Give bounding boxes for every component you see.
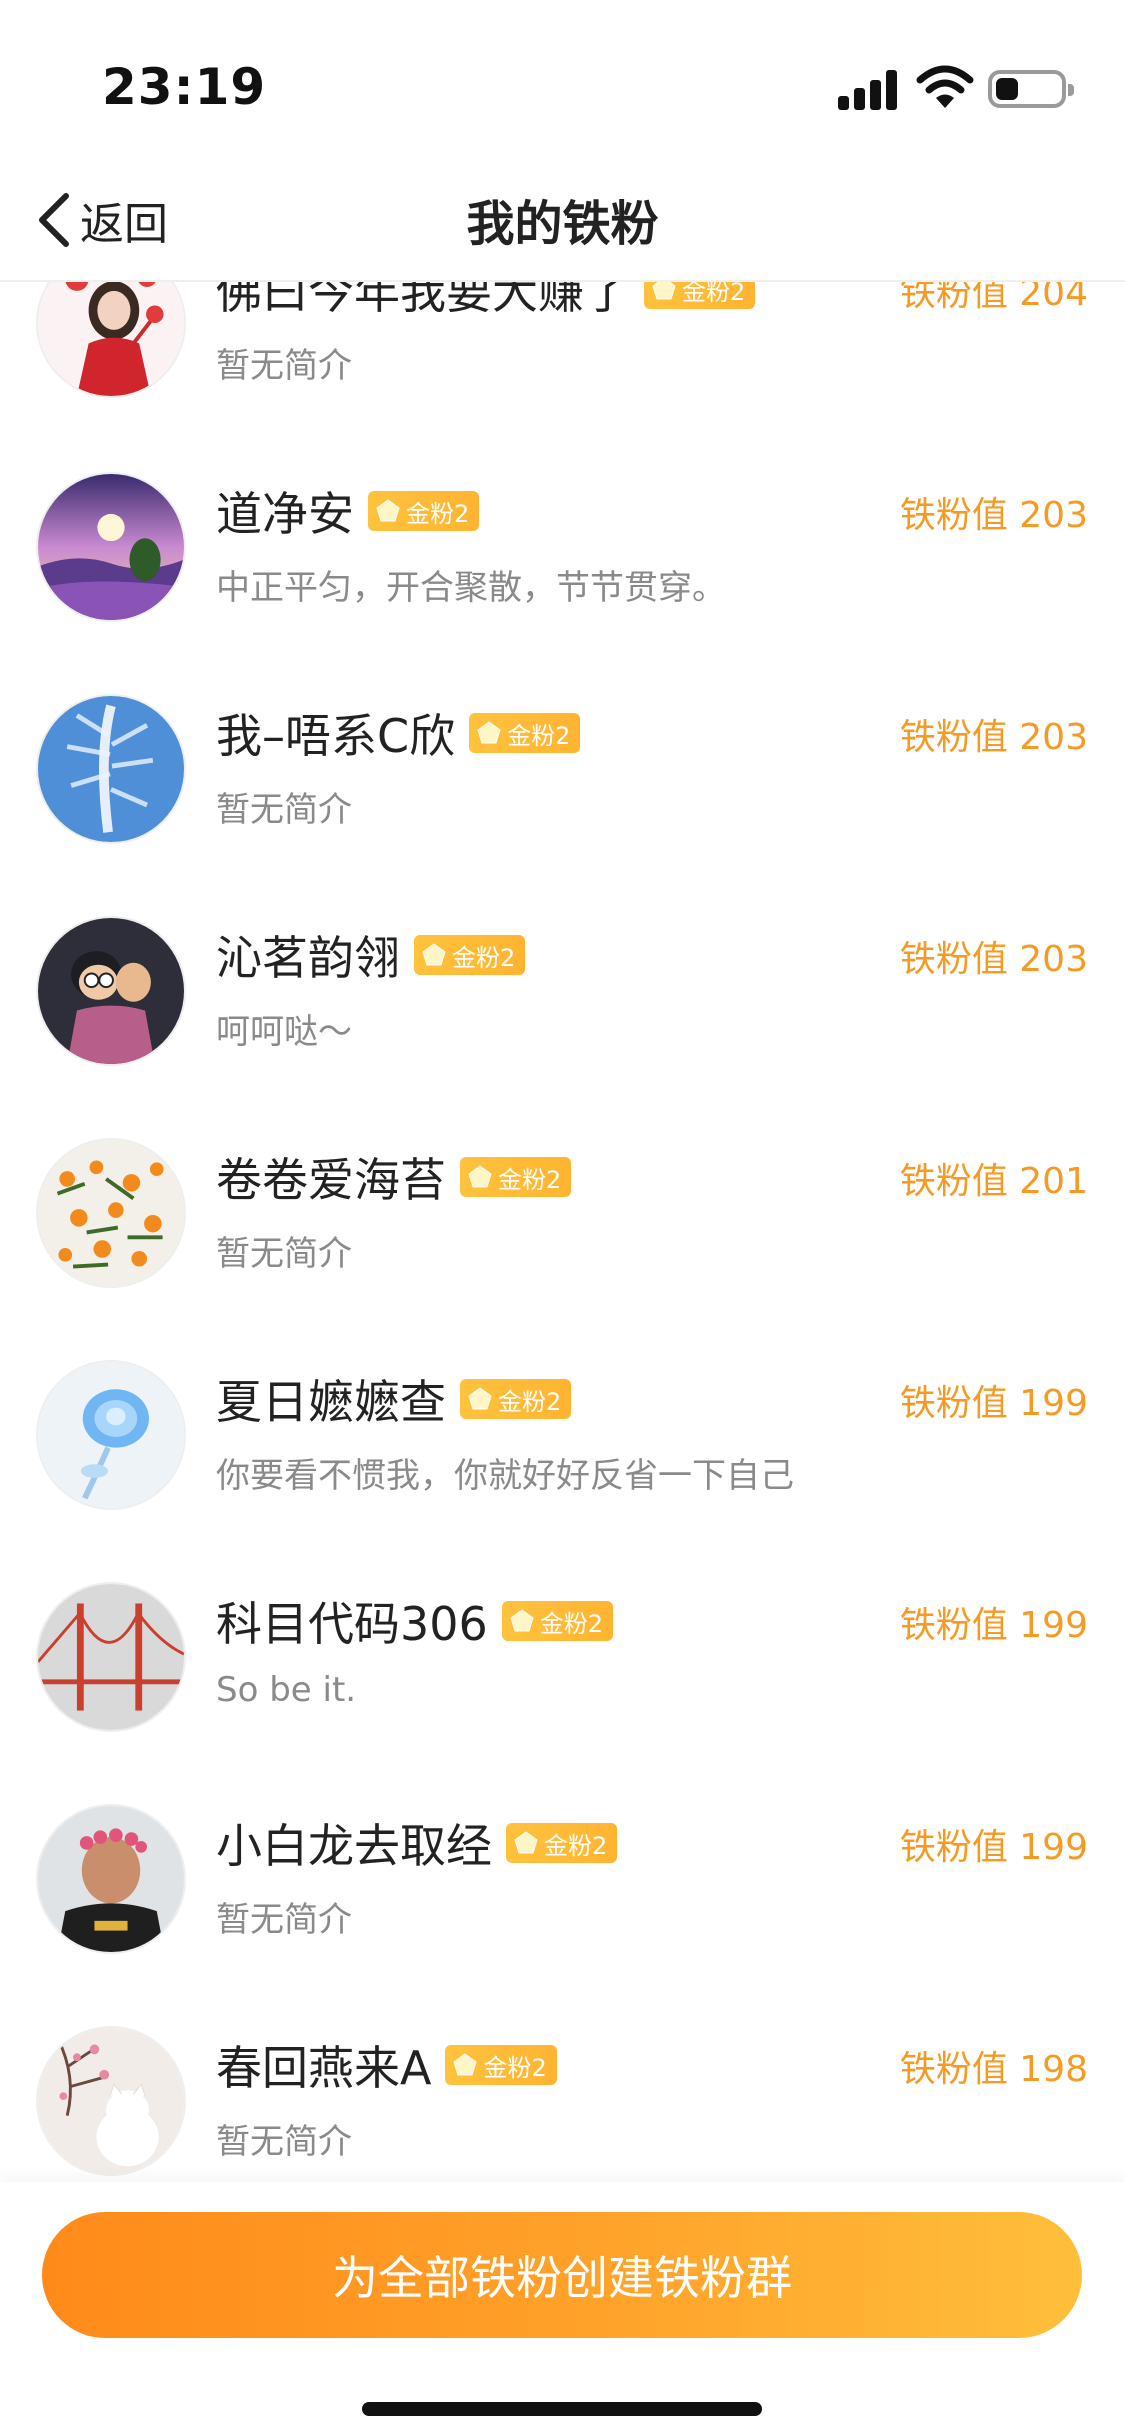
fan-name: 夏日嬷嬷查: [216, 1375, 446, 1429]
badge-label: 金粉2: [682, 282, 746, 306]
diamond-icon: [468, 1165, 492, 1188]
diamond-icon: [510, 1609, 534, 1632]
diamond-icon: [652, 282, 676, 300]
fan-badge: 金粉2: [445, 2045, 557, 2085]
fan-bio: 暂无简介: [216, 1900, 352, 1940]
avatar[interactable]: [36, 1138, 186, 1288]
battery-fill: [996, 78, 1018, 100]
avatar-golden-gate-bridge-icon: [38, 1584, 184, 1730]
fan-bio: 暂无简介: [216, 1234, 352, 1274]
fan-badge: 金粉2: [414, 935, 526, 975]
badge-label: 金粉2: [507, 721, 571, 750]
fan-score: 铁粉值 204: [899, 282, 1088, 314]
fan-row[interactable]: 沁茗韵翎 金粉2 呵呵哒～ 铁粉值 203: [0, 916, 1125, 1142]
fan-badge: 金粉2: [460, 1379, 572, 1419]
fan-badge: 金粉2: [644, 282, 756, 309]
fan-score: 铁粉值 203: [899, 717, 1088, 758]
fan-score: 铁粉值 201: [899, 1161, 1088, 1202]
avatar-sunset-landscape-icon: [38, 474, 184, 620]
avatar-blue-rose-icon: [38, 1362, 184, 1508]
avatar-man-flower-crown-icon: [38, 1806, 184, 1952]
avatar[interactable]: [36, 1582, 186, 1732]
wifi-icon: [916, 65, 974, 108]
nav-bar: 返回 我的铁粉: [0, 160, 1125, 282]
fan-row[interactable]: 卷卷爱海苔 金粉2 暂无简介 铁粉值 201: [0, 1138, 1125, 1364]
cellular-signal-icon: [838, 70, 900, 110]
badge-label: 金粉2: [539, 1609, 604, 1638]
badge-label: 金粉2: [498, 1165, 562, 1194]
avatar-blue-sky-clouds-icon: [38, 696, 184, 842]
avatar-orange-flowers-icon: [38, 1140, 184, 1286]
avatar[interactable]: [36, 694, 186, 844]
fan-name: 科目代码306: [216, 1597, 488, 1651]
diamond-icon: [453, 2053, 478, 2076]
fan-score: 铁粉值 199: [899, 1383, 1088, 1424]
fan-badge: 金粉2: [368, 491, 480, 531]
screen: 23:19 返回 我的铁粉 佛曰今年我要大赚了 金粉2 暂无简介 铁粉值 204…: [0, 0, 1125, 2436]
fan-row[interactable]: 春回燕来A 金粉2 暂无简介 铁粉值 198: [0, 2026, 1125, 2182]
avatar[interactable]: [36, 916, 186, 1066]
fan-bio: 呵呵哒～: [216, 1012, 352, 1052]
fan-row[interactable]: 科目代码306 金粉2 So be it. 铁粉值 199: [0, 1582, 1125, 1808]
fan-name: 佛曰今年我要大赚了: [216, 282, 630, 319]
fan-name: 卷卷爱海苔: [216, 1153, 446, 1207]
fan-name: 道净安: [216, 487, 354, 541]
battery-icon: [988, 70, 1074, 108]
fan-name: 小白龙去取经: [216, 1819, 492, 1873]
create-fan-group-button[interactable]: 为全部铁粉创建铁粉群: [42, 2212, 1082, 2338]
bottom-action-bar: 为全部铁粉创建铁粉群: [0, 2182, 1125, 2436]
fan-badge: 金粉2: [460, 1157, 572, 1197]
home-indicator[interactable]: [362, 2402, 762, 2416]
badge-label: 金粉2: [406, 499, 470, 528]
avatar[interactable]: [36, 1804, 186, 1954]
fan-bio: 你要看不惯我，你就好好反省一下自己: [216, 1456, 794, 1496]
fan-score: 铁粉值 199: [899, 1605, 1088, 1646]
avatar-girl-red-dress-icon: [38, 282, 184, 396]
diamond-icon: [514, 1831, 538, 1854]
avatar[interactable]: [36, 2026, 186, 2176]
fan-bio: 暂无简介: [216, 790, 352, 830]
badge-label: 金粉2: [483, 2053, 547, 2082]
fan-score: 铁粉值 198: [899, 2049, 1088, 2090]
badge-label: 金粉2: [452, 943, 516, 972]
avatar[interactable]: [36, 472, 186, 622]
fan-list: 佛曰今年我要大赚了 金粉2 暂无简介 铁粉值 204 道净安 金粉2 中正平匀，…: [0, 282, 1125, 2182]
diamond-icon: [376, 499, 400, 522]
fan-badge: 金粉2: [501, 1601, 614, 1641]
avatar-cartoon-couple-icon: [38, 918, 184, 1064]
fan-score: 铁粉值 199: [899, 1827, 1088, 1868]
fan-bio: So be it.: [216, 1670, 357, 1710]
fan-row[interactable]: 小白龙去取经 金粉2 暂无简介 铁粉值 199: [0, 1804, 1125, 2030]
fan-score: 铁粉值 203: [899, 495, 1088, 536]
status-bar: 23:19: [0, 0, 1125, 160]
fan-bio: 中正平匀，开合聚散，节节贯穿。: [216, 568, 726, 608]
fan-badge: 金粉2: [506, 1823, 618, 1863]
page-title: 我的铁粉: [466, 196, 659, 252]
fan-row[interactable]: 我–唔系C欣 金粉2 暂无简介 铁粉值 203: [0, 694, 1125, 920]
badge-label: 金粉2: [498, 1387, 562, 1416]
fan-row[interactable]: 道净安 金粉2 中正平匀，开合聚散，节节贯穿。 铁粉值 203: [0, 472, 1125, 698]
diamond-icon: [422, 943, 446, 966]
fan-bio: 暂无简介: [216, 2122, 352, 2162]
fan-name: 沁茗韵翎: [216, 931, 400, 985]
fan-row[interactable]: 夏日嬷嬷查 金粉2 你要看不惯我，你就好好反省一下自己 铁粉值 199: [0, 1360, 1125, 1586]
fan-badge: 金粉2: [469, 713, 581, 753]
status-time: 23:19: [102, 58, 267, 116]
diamond-icon: [477, 721, 501, 744]
badge-label: 金粉2: [544, 1831, 608, 1860]
fan-bio: 暂无简介: [216, 346, 352, 386]
fan-name: 春回燕来A: [216, 2041, 432, 2095]
avatar[interactable]: [36, 282, 186, 398]
fan-score: 铁粉值 203: [899, 939, 1088, 980]
avatar-white-cat-blossoms-icon: [38, 2028, 184, 2174]
avatar[interactable]: [36, 1360, 186, 1510]
diamond-icon: [468, 1387, 492, 1410]
fan-row[interactable]: 佛曰今年我要大赚了 金粉2 暂无简介 铁粉值 204: [0, 282, 1125, 476]
fan-name: 我–唔系C欣: [216, 709, 456, 763]
